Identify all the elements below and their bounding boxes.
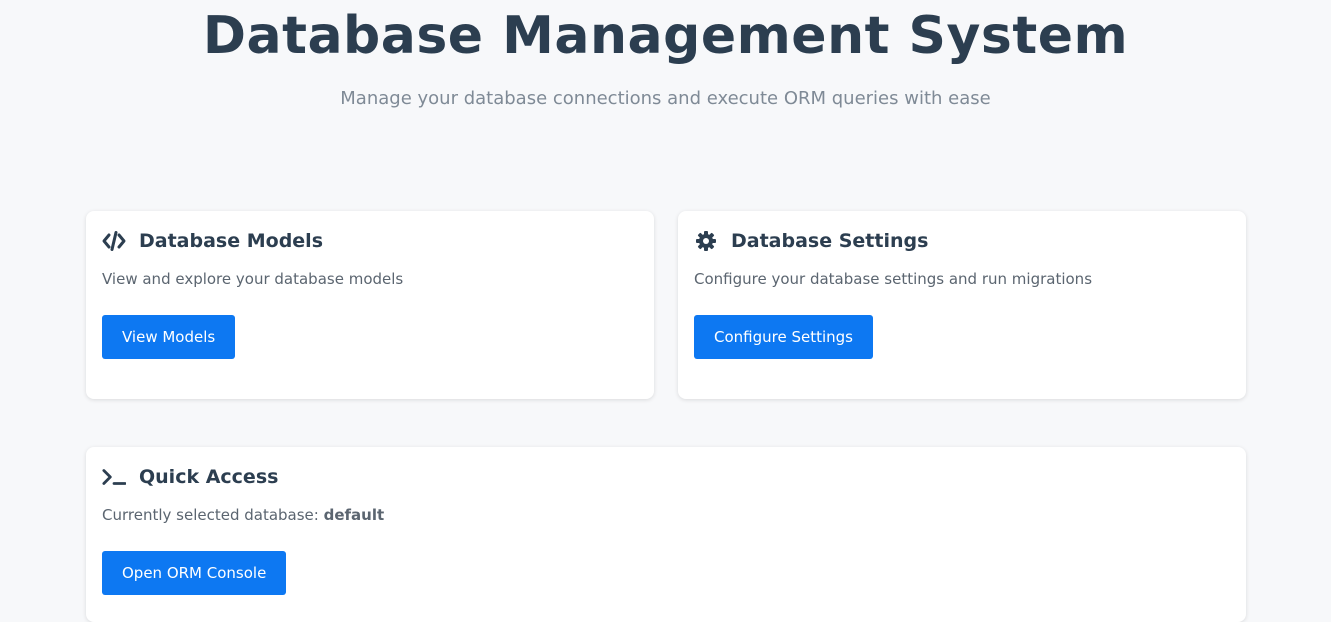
card-header: Database Models: [102, 229, 323, 253]
database-models-card: Database Models View and explore your da…: [86, 211, 654, 399]
view-models-button[interactable]: View Models: [102, 315, 236, 359]
card-header: Quick Access: [102, 465, 278, 489]
selected-database-value: default: [323, 506, 385, 524]
page-subtitle: Manage your database connections and exe…: [340, 88, 991, 109]
code-icon: [102, 229, 126, 253]
card-description: Configure your database settings and run…: [694, 270, 1093, 288]
quick-access-card: Quick Access Currently selected database…: [86, 447, 1246, 622]
card-title: Database Settings: [731, 230, 929, 252]
gear-icon: [694, 229, 718, 253]
terminal-icon: [102, 465, 126, 489]
selected-database-label: Currently selected database:: [102, 506, 324, 524]
configure-settings-button[interactable]: Configure Settings: [694, 315, 873, 359]
card-header: Database Settings: [694, 229, 928, 253]
database-settings-card: Database Settings Configure your databas…: [678, 211, 1246, 399]
page-title: Database Management System: [202, 6, 1129, 66]
card-title: Database Models: [139, 230, 323, 252]
card-description: View and explore your database models: [102, 270, 404, 288]
card-title: Quick Access: [139, 466, 279, 488]
selected-database-text: Currently selected database: default: [102, 506, 384, 524]
open-orm-console-button[interactable]: Open ORM Console: [102, 551, 287, 595]
